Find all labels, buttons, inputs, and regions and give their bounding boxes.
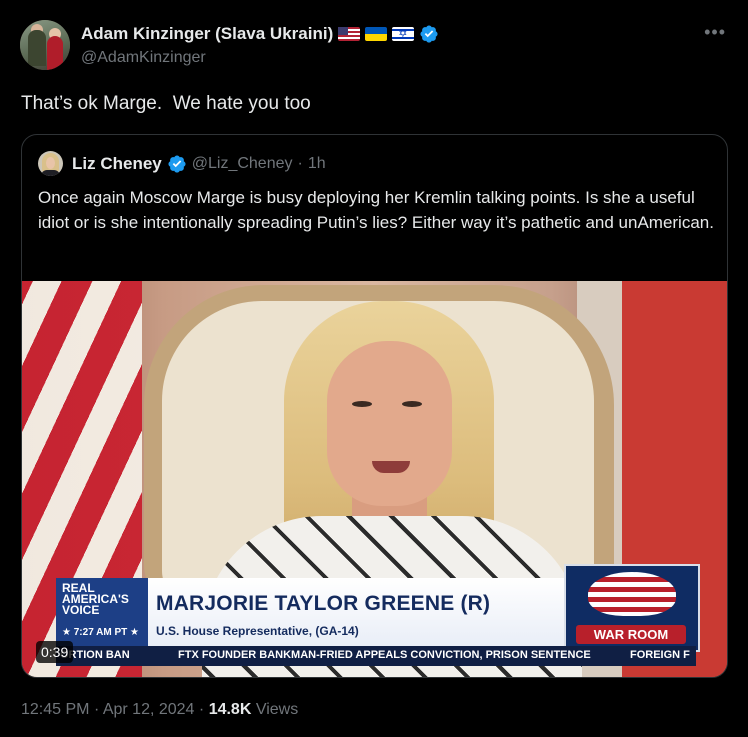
eagle-flag-icon — [588, 572, 676, 616]
chyron-main: MARJORIE TAYLOR GREENE (R) U.S. House Re… — [148, 578, 564, 646]
us-flag-icon — [338, 27, 361, 41]
channel-brand: REAL AMERICA'S VOICE — [62, 581, 129, 617]
war-room-logo: WAR ROOM — [564, 564, 700, 652]
quoted-author-avatar[interactable] — [38, 151, 63, 176]
author-display-name[interactable]: Adam Kinzinger (Slava Ukraini) — [81, 24, 333, 44]
ticker-item: FOREIGN F — [630, 649, 690, 661]
more-options-icon[interactable]: ••• — [704, 22, 726, 43]
logo-text: WAR ROOM — [576, 625, 686, 644]
quoted-author-name[interactable]: Liz Cheney — [72, 154, 162, 174]
video-player[interactable]: REAL AMERICA'S VOICE ★ 7:27 AM PT ★ MARJ… — [22, 281, 727, 677]
separator-dot: · — [198, 701, 209, 718]
views-label: Views — [255, 701, 299, 718]
separator-dot: · — [93, 701, 103, 718]
video-duration-badge: 0:39 — [36, 641, 74, 663]
news-ticker: ORTION BAN FTX FOUNDER BANKMAN-FRIED APP… — [56, 646, 696, 666]
author-name-row: Adam Kinzinger (Slava Ukraini) — [81, 22, 439, 46]
channel-brand-box: REAL AMERICA'S VOICE ★ 7:27 AM PT ★ — [56, 578, 148, 646]
tweet-date[interactable]: Apr 12, 2024 — [103, 701, 195, 718]
tweet-metadata: 12:45 PM · Apr 12, 2024 · 14.8K Views — [21, 701, 298, 719]
separator-dot: · — [297, 155, 303, 172]
quoted-tweet-text: Once again Moscow Marge is busy deployin… — [38, 188, 714, 232]
tweet-time[interactable]: 12:45 PM — [21, 701, 89, 718]
chyron-time: ★ 7:27 AM PT ★ — [62, 627, 140, 638]
quoted-tweet-header: Liz Cheney @Liz_Cheney · 1h — [72, 153, 326, 175]
author-avatar[interactable] — [20, 20, 70, 70]
ukraine-flag-icon — [365, 27, 388, 41]
speaker-face — [327, 341, 452, 506]
quoted-author-handle[interactable]: @Liz_Cheney — [192, 155, 293, 173]
views-count[interactable]: 14.8K — [209, 701, 252, 718]
chyron-name: MARJORIE TAYLOR GREENE (R) — [156, 592, 491, 615]
quoted-tweet-age[interactable]: 1h — [308, 155, 326, 173]
quoted-tweet[interactable]: Liz Cheney @Liz_Cheney · 1h Once again M… — [21, 134, 728, 678]
tweet: Adam Kinzinger (Slava Ukraini) @AdamKinz… — [0, 0, 748, 737]
verified-badge-icon[interactable] — [167, 154, 187, 174]
israel-flag-icon — [392, 27, 415, 41]
tweet-text: That’s ok Marge. We hate you too — [21, 93, 311, 114]
ticker-item: FTX FOUNDER BANKMAN-FRIED APPEALS CONVIC… — [178, 649, 591, 661]
chyron-title: U.S. House Representative, (GA-14) — [156, 624, 359, 638]
news-chyron: REAL AMERICA'S VOICE ★ 7:27 AM PT ★ MARJ… — [56, 564, 700, 652]
author-handle[interactable]: @AdamKinzinger — [81, 49, 206, 67]
verified-badge-icon[interactable] — [419, 24, 439, 44]
